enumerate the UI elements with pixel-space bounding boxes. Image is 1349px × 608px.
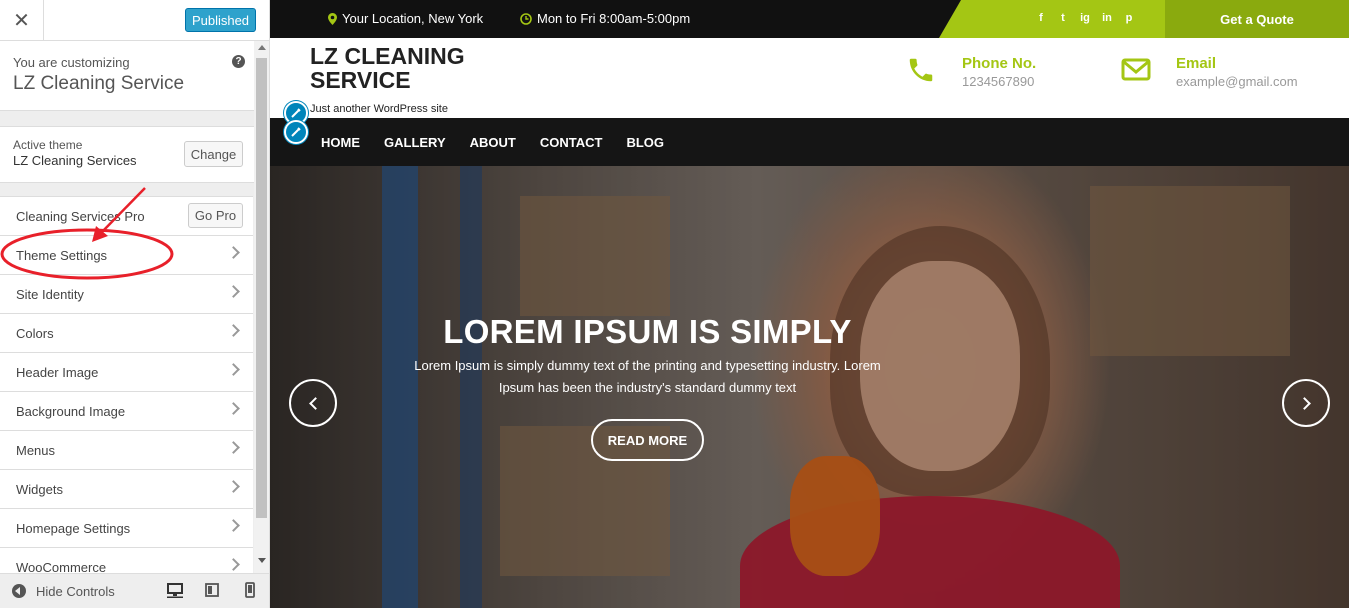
collapse-arrow-icon (12, 584, 26, 598)
main-nav: HOME GALLERY ABOUT CONTACT BLOG (270, 118, 1349, 166)
section-label: WooCommerce (16, 559, 107, 574)
publish-button[interactable]: Published (185, 8, 256, 32)
chevron-right-icon (227, 324, 240, 337)
section-label: Widgets (16, 481, 63, 497)
nav-blog[interactable]: BLOG (626, 135, 664, 150)
section-label: Colors (16, 325, 54, 341)
clock-icon (520, 12, 532, 25)
hide-controls-label: Hide Controls (36, 583, 115, 599)
site-header: LZ CLEANING SERVICE Just another WordPre… (270, 38, 1349, 125)
read-more-button[interactable]: READ MORE (591, 419, 704, 461)
site-title[interactable]: LZ CLEANING SERVICE (310, 44, 510, 92)
section-colors[interactable]: Colors (0, 314, 253, 353)
email-value: example@gmail.com (1176, 74, 1298, 89)
section-woocommerce[interactable]: WooCommerce (0, 548, 253, 573)
desktop-preview-icon[interactable] (167, 582, 183, 598)
scrollbar-thumb[interactable] (256, 58, 267, 518)
pinterest-icon[interactable]: p (1123, 12, 1135, 24)
customizer-footer: Hide Controls (0, 573, 269, 608)
email-label: Email (1176, 55, 1217, 72)
facebook-icon[interactable]: f (1035, 12, 1047, 24)
nav-about[interactable]: ABOUT (470, 135, 516, 150)
change-theme-button[interactable]: Change (184, 141, 243, 167)
hours-info: Mon to Fri 8:00am-5:00pm (520, 11, 690, 26)
site-preview: Your Location, New York Mon to Fri 8:00a… (270, 0, 1349, 608)
location-info: Your Location, New York (328, 11, 483, 26)
section-label: Menus (16, 442, 56, 458)
chevron-right-icon (227, 246, 240, 259)
section-label: Theme Settings (16, 247, 108, 263)
section-label: Site Identity (16, 286, 84, 302)
section-background-image[interactable]: Background Image (0, 392, 253, 431)
site-name: LZ Cleaning Service (13, 73, 185, 94)
close-icon: ✕ (13, 10, 30, 32)
customizer-sidebar: ✕ Published You are customizing LZ Clean… (0, 0, 270, 608)
section-label: Header Image (16, 364, 99, 380)
close-customizer-button[interactable]: ✕ (0, 0, 44, 41)
nav-contact[interactable]: CONTACT (540, 135, 603, 150)
twitter-icon[interactable]: t (1057, 12, 1069, 24)
chevron-right-icon (227, 558, 240, 571)
nav-gallery[interactable]: GALLERY (384, 135, 446, 150)
edit-shortcut-menu-icon[interactable] (284, 120, 308, 144)
customizer-header: ✕ Published (0, 0, 269, 41)
get-a-quote-button[interactable]: Get a Quote (1165, 0, 1349, 38)
scroll-down-arrow-icon[interactable] (258, 558, 266, 563)
section-header-image[interactable]: Header Image (0, 353, 253, 392)
site-tagline: Just another WordPress site (310, 103, 448, 115)
nav-home[interactable]: HOME (321, 135, 360, 150)
section-label: Background Image (16, 403, 126, 419)
hide-controls-button[interactable]: Hide Controls (0, 584, 115, 599)
customizing-label: You are customizing (13, 55, 130, 70)
active-theme-box: Active theme LZ Cleaning Services Change (0, 126, 269, 183)
section-menus[interactable]: Menus (0, 431, 253, 470)
chevron-right-icon (227, 441, 240, 454)
section-homepage-settings[interactable]: Homepage Settings (0, 509, 253, 548)
location-text: Your Location, New York (342, 11, 484, 26)
chevron-right-icon (227, 363, 240, 376)
scroll-up-arrow-icon[interactable] (258, 45, 266, 50)
chevron-right-icon (227, 480, 240, 493)
customizer-panel: You are customizing LZ Cleaning Service … (0, 41, 269, 573)
section-theme-settings[interactable]: Theme Settings (0, 236, 253, 275)
help-icon[interactable]: ? (232, 55, 245, 68)
go-pro-button[interactable]: Go Pro (188, 203, 243, 228)
chevron-right-icon (227, 285, 240, 298)
slider-next-button[interactable] (1282, 379, 1330, 427)
chevron-right-icon (227, 519, 240, 532)
section-pro-label: Cleaning Services Pro (16, 208, 145, 224)
customizing-info: You are customizing LZ Cleaning Service … (0, 41, 269, 111)
chevron-right-icon (1297, 396, 1311, 410)
chevron-right-icon (227, 402, 240, 415)
slider-prev-button[interactable] (289, 379, 337, 427)
hero-title: LOREM IPSUM IS SIMPLY (443, 313, 852, 350)
email-icon (1121, 58, 1151, 81)
hero-text: Lorem Ipsum is simply dummy text of the … (414, 358, 881, 395)
instagram-icon[interactable]: ig (1079, 12, 1091, 24)
phone-contact: Phone No. 1234567890 (906, 55, 1036, 89)
hours-text: Mon to Fri 8:00am-5:00pm (537, 11, 691, 26)
section-label: Homepage Settings (16, 520, 131, 536)
sidebar-scrollbar[interactable] (254, 41, 269, 573)
chevron-left-icon (308, 396, 322, 410)
email-contact: Email example@gmail.com (1121, 55, 1298, 89)
social-links: f t ig in p (1035, 12, 1135, 24)
mobile-preview-icon[interactable] (242, 582, 258, 598)
linkedin-icon[interactable]: in (1101, 12, 1113, 24)
site-topbar: Your Location, New York Mon to Fri 8:00a… (270, 0, 1349, 38)
section-pro: Cleaning Services Pro Go Pro (0, 197, 253, 236)
hero-slider: LOREM IPSUM IS SIMPLY Lorem Ipsum is sim… (270, 166, 1349, 608)
phone-icon (909, 58, 933, 82)
section-widgets[interactable]: Widgets (0, 470, 253, 509)
phone-label: Phone No. (962, 55, 1037, 72)
section-site-identity[interactable]: Site Identity (0, 275, 253, 314)
phone-value: 1234567890 (962, 74, 1035, 89)
map-pin-icon (328, 12, 337, 25)
tablet-preview-icon[interactable] (204, 582, 220, 598)
customizer-sections: Cleaning Services Pro Go Pro Theme Setti… (0, 196, 253, 573)
